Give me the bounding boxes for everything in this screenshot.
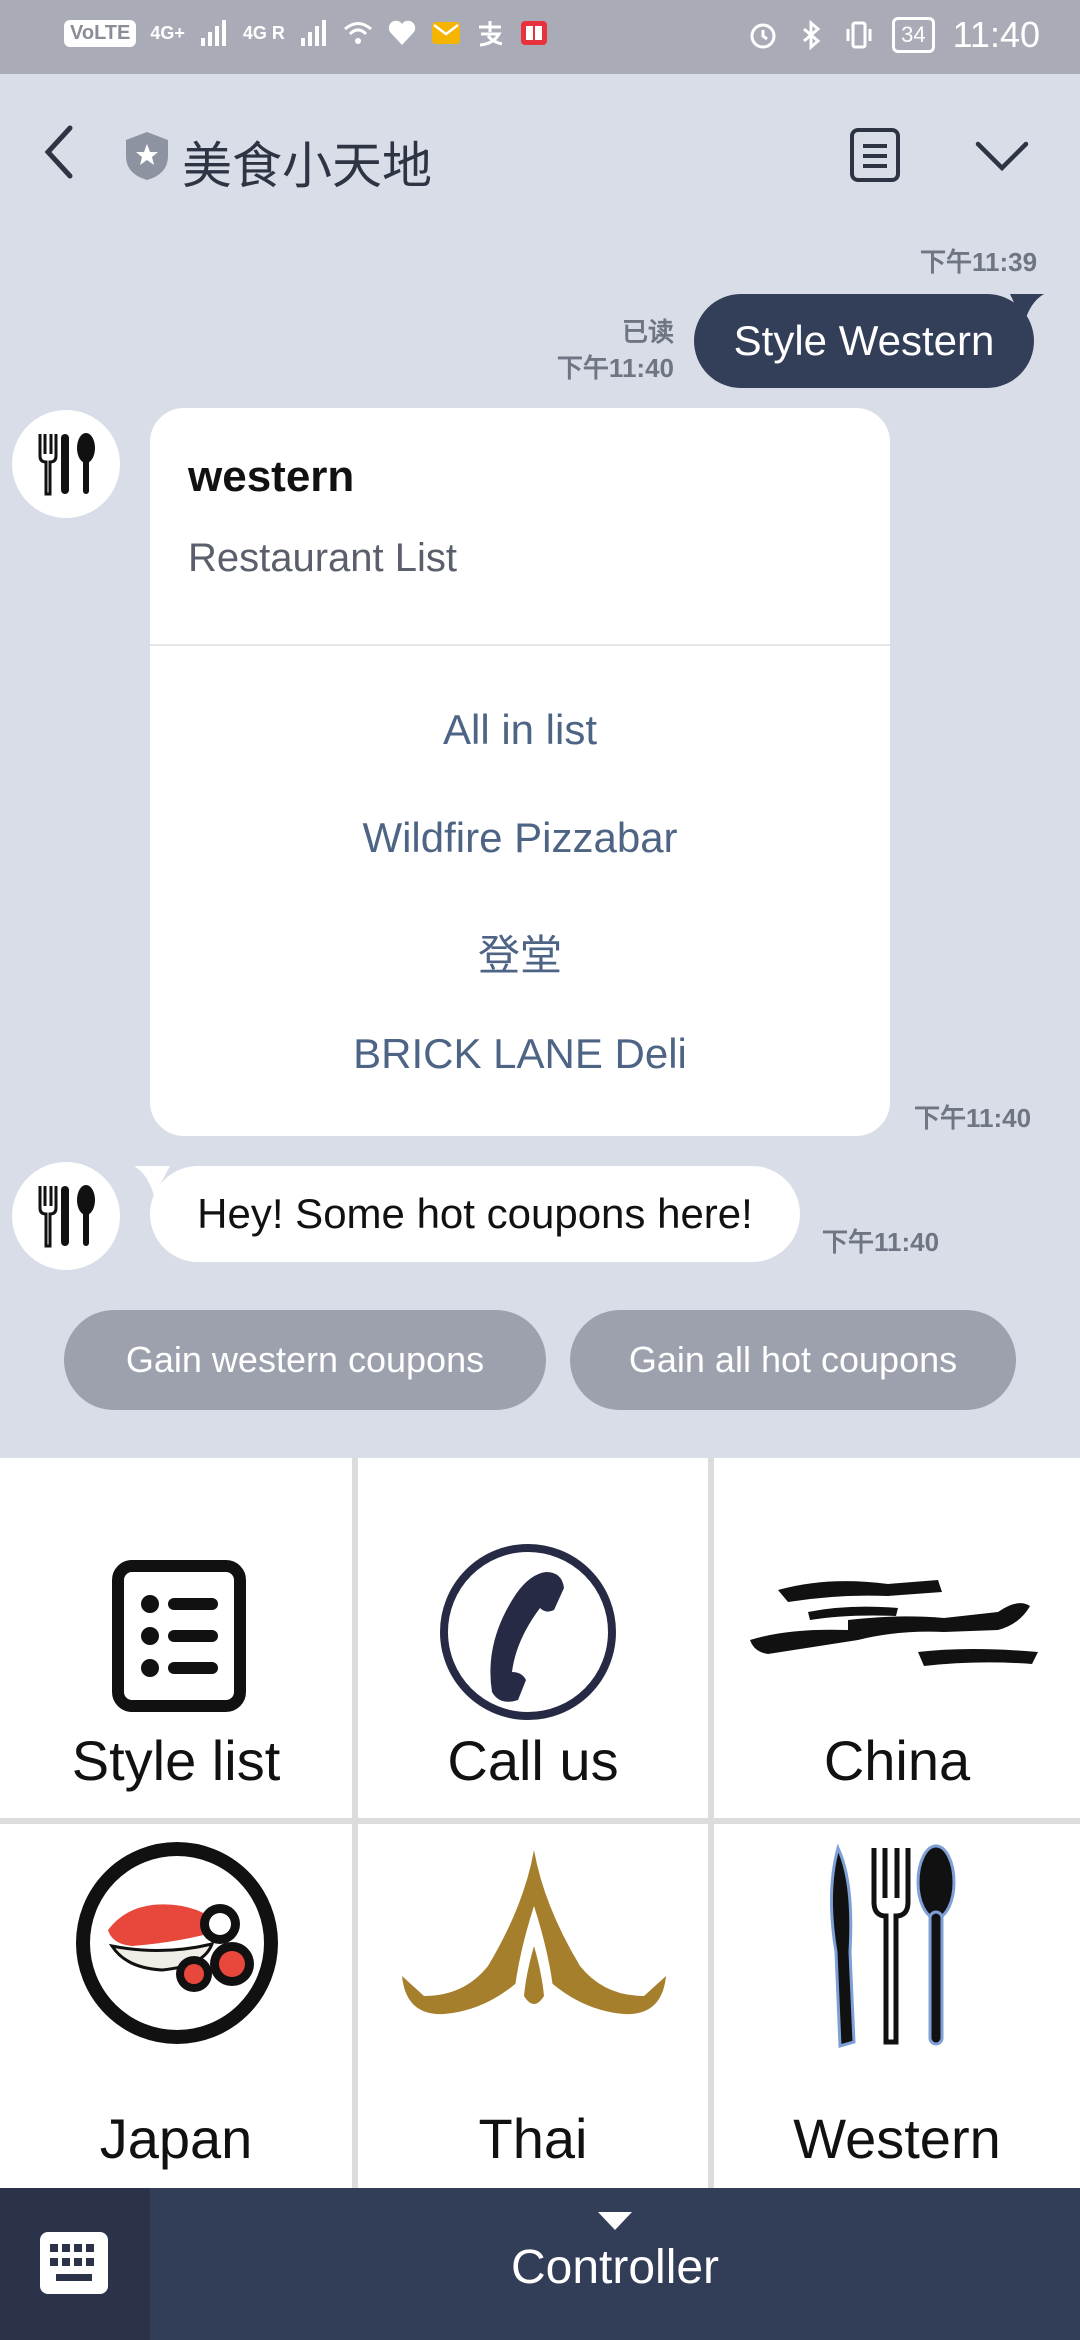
volte-badge: VoLTE — [64, 19, 137, 47]
cutlery-icon — [38, 1185, 95, 1248]
message-time: 下午11:40 — [914, 1103, 1032, 1133]
restaurant-list-card: western Restaurant List All in list Wild… — [150, 408, 890, 1136]
sushi-icon — [76, 1842, 278, 2044]
signal-icon — [200, 20, 226, 46]
menu-western[interactable]: Western — [714, 1824, 1080, 2188]
phone-icon — [440, 1544, 616, 1720]
alipay-icon — [478, 21, 503, 47]
controller-toggle[interactable]: Controller — [150, 2240, 1080, 2295]
message-time: 下午11:40 — [556, 353, 674, 383]
book-icon — [520, 21, 547, 45]
divider — [150, 644, 890, 646]
notes-icon[interactable] — [848, 126, 902, 184]
back-arrow-icon[interactable] — [40, 124, 80, 180]
read-receipt: 已读 — [621, 317, 674, 347]
sent-message-bubble[interactable]: Style Western — [694, 294, 1034, 388]
signal-label-2: 4G R — [242, 22, 285, 43]
keyboard-toggle[interactable] — [0, 2188, 150, 2340]
china-roof-icon — [750, 1580, 1038, 1666]
caret-down-icon[interactable] — [598, 2212, 632, 2230]
chat-title: 美食小天地 — [182, 138, 432, 194]
card-link-brick-lane[interactable]: BRICK LANE Deli — [150, 1030, 890, 1078]
card-title: western — [188, 452, 355, 501]
message-time: 下午11:39 — [920, 247, 1038, 277]
menu-label: Style list — [71, 1729, 281, 1792]
menu-japan[interactable]: Japan — [0, 1824, 352, 2188]
menu-label: Western — [793, 2107, 1001, 2170]
bluetooth-icon — [803, 20, 821, 50]
status-time: 11:40 — [952, 14, 1040, 55]
card-link-dengtang[interactable]: 登堂 — [150, 922, 890, 983]
menu-china[interactable]: China — [714, 1458, 1080, 1818]
bubble-tail — [1010, 294, 1044, 324]
keyboard-icon — [40, 2232, 108, 2294]
chat-header: 美食小天地 — [0, 74, 1080, 234]
quick-reply-all-coupons[interactable]: Gain all hot coupons — [570, 1310, 1016, 1410]
mail-icon — [431, 22, 460, 44]
official-shield-icon — [126, 132, 168, 180]
chevron-down-icon[interactable] — [972, 136, 1032, 176]
bottom-bar: Controller — [0, 2188, 1080, 2340]
menu-label: Call us — [447, 1729, 619, 1792]
bot-avatar[interactable] — [12, 1162, 120, 1270]
menu-thai[interactable]: Thai — [358, 1824, 708, 2188]
menu-label: Thai — [478, 2107, 588, 2170]
signal-icon-2 — [300, 20, 326, 46]
menu-style-list[interactable]: Style list — [0, 1458, 352, 1818]
rich-menu: Style list Call us China Japan Thai West… — [0, 1458, 1080, 2188]
cutlery-icon — [38, 433, 95, 496]
alarm-icon — [750, 23, 776, 49]
menu-call-us[interactable]: Call us — [358, 1458, 708, 1818]
menu-label: China — [823, 1729, 971, 1792]
status-bar: VoLTE 4G+ 4G R 34 11:40 — [0, 0, 1080, 74]
quick-reply-western-coupons[interactable]: Gain western coupons — [64, 1310, 546, 1410]
thai-temple-icon — [402, 1850, 666, 2015]
health-icon — [388, 20, 416, 45]
card-subtitle: Restaurant List — [188, 536, 458, 580]
vibrate-icon — [846, 21, 872, 49]
list-icon — [112, 1560, 246, 1712]
signal-label-1: 4G+ — [150, 22, 185, 43]
card-link-wildfire[interactable]: Wildfire Pizzabar — [150, 814, 890, 862]
message-time: 下午11:40 — [822, 1227, 940, 1257]
menu-label: Japan — [99, 2107, 253, 2170]
card-link-all[interactable]: All in list — [150, 706, 890, 754]
cutlery-icon — [829, 1843, 956, 2048]
bot-avatar[interactable] — [12, 410, 120, 518]
wifi-icon — [343, 22, 372, 44]
battery-indicator: 34 — [892, 17, 935, 53]
bot-message-bubble[interactable]: Hey! Some hot coupons here! — [150, 1166, 800, 1262]
